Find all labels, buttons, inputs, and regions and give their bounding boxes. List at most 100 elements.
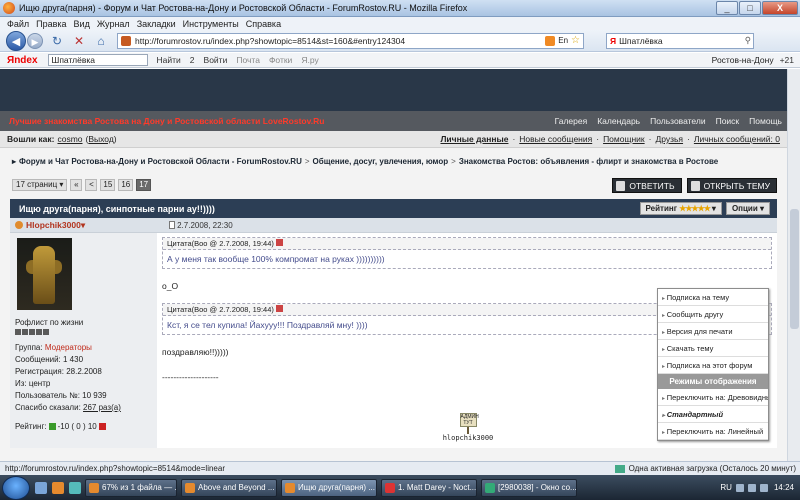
menu-history[interactable]: Журнал [97, 19, 130, 29]
yandex-counter[interactable]: 2 [190, 55, 195, 65]
yandex-city[interactable]: Ростов-на-Дону [712, 55, 774, 65]
breadcrumb-subforum[interactable]: Знакомства Ростов: объявления - флирт и … [459, 157, 718, 166]
volume-icon[interactable] [759, 483, 768, 492]
quote-link-icon[interactable] [275, 305, 283, 312]
rating-value: -10 ( 0 ) 10 [57, 422, 97, 431]
yandex-mail-button[interactable]: Почта [236, 55, 260, 65]
task-player[interactable]: 1. Matt Darey - Noct... [381, 478, 477, 497]
friends-link[interactable]: Друзья [655, 134, 683, 144]
window-title: Ищю друга(парня) - Форум и Чат Ростова-н… [19, 3, 468, 13]
home-icon[interactable]: ⌂ [93, 33, 109, 49]
close-window-button[interactable]: X [762, 1, 798, 15]
rss-icon[interactable] [545, 35, 556, 46]
search-icon[interactable]: ⚲ [745, 35, 751, 46]
address-bar[interactable]: http://forumrostov.ru/index.php?showtopi… [117, 32, 584, 49]
menu-tools[interactable]: Инструменты [183, 19, 239, 29]
browser-search-box[interactable]: Я Шпатлёвка ⚲ [606, 32, 754, 49]
vertical-scrollbar[interactable] [787, 69, 800, 461]
nav-help[interactable]: Помощь [749, 116, 782, 126]
options-button[interactable]: Опции ▾ [725, 202, 770, 215]
task-download[interactable]: 67% из 1 файла — ... [85, 478, 177, 497]
yandex-search-input[interactable]: Шпатлёвка [47, 54, 148, 66]
reply-button[interactable]: ОТВЕТИТЬ [612, 177, 682, 193]
quote-link-icon[interactable] [275, 239, 283, 246]
page-current: 17 [136, 179, 152, 191]
minus-icon[interactable] [98, 423, 106, 430]
task-forum[interactable]: Ищю друга(парня) ... [281, 478, 377, 497]
page-16-button[interactable]: 16 [118, 179, 134, 191]
page-first-button[interactable]: « [70, 179, 83, 191]
pages-dropdown[interactable]: 17 страниц ▾ [12, 179, 68, 191]
page-15-button[interactable]: 15 [100, 179, 116, 191]
rating-stars-icon: ★★★★★ [679, 204, 711, 213]
yandex-login-button[interactable]: Войти [204, 55, 228, 65]
menu-subscribe-forum[interactable]: Подписка на этот форум [658, 357, 768, 374]
task-music[interactable]: Above and Beyond ... [181, 478, 277, 497]
maximize-button[interactable]: □ [739, 1, 761, 15]
reload-icon[interactable]: ↻ [49, 33, 65, 49]
page-prev-button[interactable]: < [85, 179, 98, 191]
menu-mode-tree[interactable]: Переключить на: Древовидный [658, 389, 768, 406]
nav-gallery[interactable]: Галерея [555, 116, 588, 126]
private-messages-link[interactable]: Личных сообщений: 0 [694, 134, 780, 144]
site-promo-link[interactable]: Лучшие знакомства Ростова на Дону и Рост… [9, 116, 324, 126]
yandex-yaru-button[interactable]: Я.ру [301, 55, 318, 65]
back-button[interactable]: ◀ [6, 30, 26, 51]
menu-view[interactable]: Вид [74, 19, 90, 29]
yandex-logo[interactable]: Яndex [7, 55, 38, 66]
clock[interactable]: 14:24 [774, 483, 794, 492]
rating-button[interactable]: Рейтинг ★★★★★ ▾ [639, 202, 722, 215]
tray-icon[interactable] [735, 483, 744, 492]
nav-search[interactable]: Поиск [716, 116, 740, 126]
task-window[interactable]: [2980038] - Окно со... [481, 478, 577, 497]
new-topic-button[interactable]: ОТКРЫТЬ ТЕМУ [686, 177, 777, 193]
system-tray: RU 14:24 [720, 475, 800, 500]
menu-download-topic[interactable]: Скачать тему [658, 340, 768, 357]
yandex-find-button[interactable]: Найти [157, 55, 181, 65]
menu-bookmarks[interactable]: Закладки [137, 19, 176, 29]
language-indicator[interactable]: En [558, 36, 568, 45]
post-author[interactable]: Hlopchik3000 ▾ [15, 220, 85, 231]
show-desktop-icon[interactable] [35, 481, 47, 494]
bookmark-star-icon[interactable]: ☆ [571, 35, 580, 46]
forward-button[interactable]: ▶ [27, 32, 43, 49]
quicklaunch-icon[interactable] [69, 481, 81, 494]
username-link[interactable]: cosmo [57, 134, 82, 144]
avatar[interactable] [17, 238, 72, 310]
quote-header: Цитата(Boo @ 2.7.2008, 19:44) [163, 238, 771, 250]
logout-link[interactable]: Выход [88, 134, 113, 144]
scrollbar-thumb[interactable] [790, 209, 799, 329]
firefox-quicklaunch-icon[interactable] [52, 481, 64, 494]
menu-edit[interactable]: Правка [36, 19, 66, 29]
post-date[interactable]: 2.7.2008, 22:30 [169, 221, 233, 230]
yandex-engine-icon[interactable]: Я [610, 36, 616, 46]
menu-tell-friend[interactable]: Сообщить другу [658, 306, 768, 323]
menu-mode-linear[interactable]: Переключить на: Линейный [658, 423, 768, 440]
downloads-status[interactable]: Одна активная загрузка (Осталось 20 мину… [614, 464, 796, 473]
new-messages-link[interactable]: Новые сообщения [519, 134, 592, 144]
browser-search-input[interactable]: Шпатлёвка [619, 36, 745, 46]
personal-data-link[interactable]: Личные данные [440, 134, 508, 144]
taskbar: 67% из 1 файла — ... Above and Beyond ..… [0, 475, 800, 500]
assistant-link[interactable]: Помощник [603, 134, 645, 144]
stop-icon[interactable]: ✕ [71, 33, 87, 49]
menu-subscribe-topic[interactable]: Подписка на тему [658, 289, 768, 306]
nav-users[interactable]: Пользователи [650, 116, 705, 126]
menu-file[interactable]: Файл [7, 19, 29, 29]
thanks-link[interactable]: 267 раз(а) [83, 403, 121, 412]
plus-icon[interactable] [48, 423, 56, 430]
start-button[interactable] [2, 475, 30, 500]
yandex-temperature[interactable]: +21 [780, 55, 794, 65]
breadcrumb-section[interactable]: Общение, досуг, увлечения, юмор [313, 157, 449, 166]
tray-icon[interactable] [747, 483, 756, 492]
breadcrumb-forum[interactable]: Форум и Чат Ростова-на-Дону и Ростовской… [19, 157, 302, 166]
yandex-photos-button[interactable]: Фотки [269, 55, 292, 65]
menu-help[interactable]: Справка [246, 19, 281, 29]
language-indicator[interactable]: RU [720, 483, 732, 492]
menu-mode-standard[interactable]: Стандартный [658, 406, 768, 423]
nav-calendar[interactable]: Календарь [597, 116, 640, 126]
user-number: Пользователь №: 10 939 [15, 391, 107, 400]
address-bar-url[interactable]: http://forumrostov.ru/index.php?showtopi… [135, 36, 545, 46]
menu-print-version[interactable]: Версия для печати [658, 323, 768, 340]
minimize-button[interactable]: _ [716, 1, 738, 15]
